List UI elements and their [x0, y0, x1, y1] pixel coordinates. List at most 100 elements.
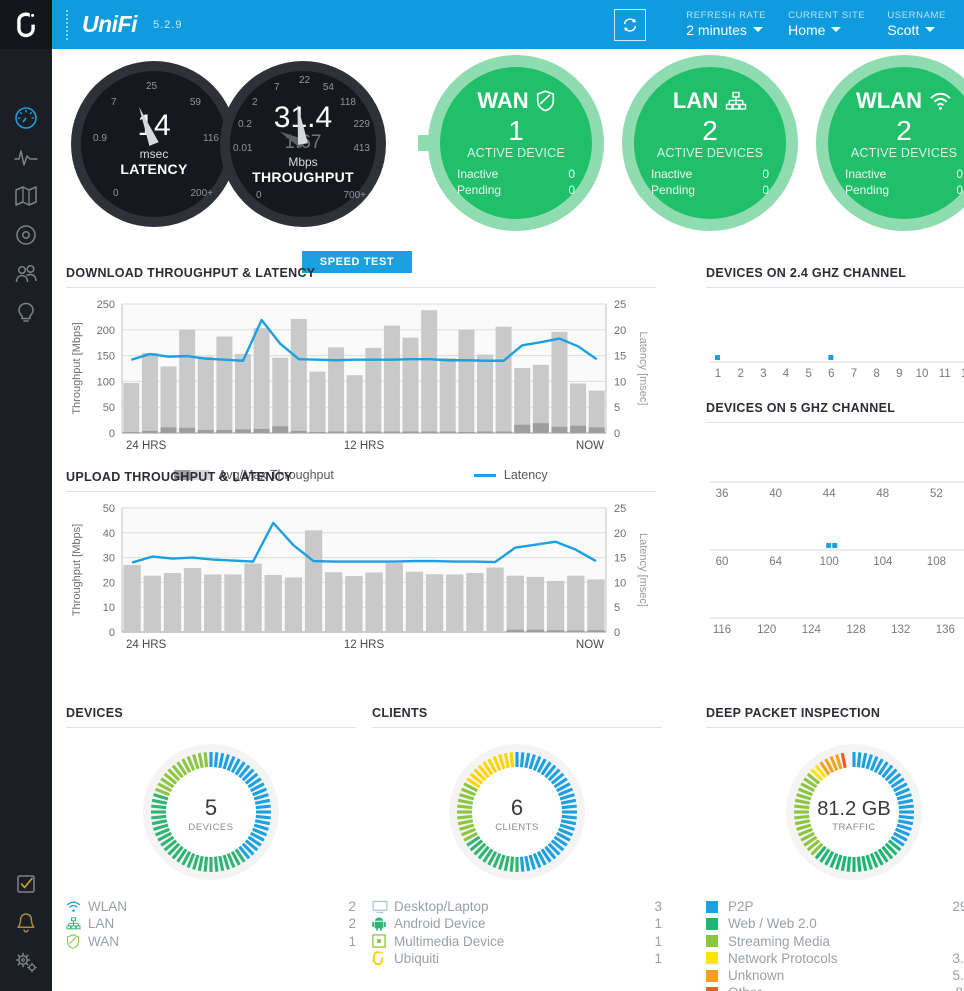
list-item[interactable]: Streaming Media20 GB [706, 933, 964, 950]
throughput-tick-8: 229 [353, 119, 370, 130]
wan-inactive-value: 0 [568, 166, 575, 181]
svg-text:64: 64 [769, 556, 782, 568]
svg-text:Latency [msec]: Latency [msec] [637, 533, 649, 607]
wan-status-circle[interactable]: WAN 1 ACTIVE DEVICE Inactive 0 Pending 0 [428, 55, 604, 231]
svg-text:10: 10 [916, 368, 929, 380]
upload-chart[interactable]: 0 10 20 30 40 50 0 5 10 15 20 25 24 HRS 12 HRS NOW Thro… [66, 500, 656, 660]
dpi-donut[interactable]: 81.2 GB TRAFFIC [764, 740, 944, 890]
svg-text:TRAFFIC: TRAFFIC [832, 822, 876, 833]
username-menu[interactable]: USERNAME Scott [887, 10, 946, 38]
unifi-dashboard: UniFi 5.2.9 REFRESH RATE 2 minutes CURRE… [0, 0, 964, 991]
list-item[interactable]: Other852 MB [706, 984, 964, 991]
refresh-rate-selector[interactable]: REFRESH RATE 2 minutes [686, 10, 766, 38]
list-item-label: Unknown [728, 968, 785, 984]
list-item[interactable]: Multimedia Device 1 [372, 933, 662, 950]
list-item[interactable]: Desktop/Laptop 3 [372, 898, 662, 915]
list-item[interactable]: P2P 29.8 GB [706, 898, 964, 915]
svg-text:12 HRS: 12 HRS [344, 639, 385, 651]
color-swatch [706, 986, 728, 991]
latency-tick-1: 0.9 [93, 133, 107, 144]
color-swatch [706, 917, 728, 930]
upload-panel: UPLOAD THROUGHPUT & LATENCY 0 10 20 30 40 50 0… [66, 470, 656, 665]
throughput-tick-7: 118 [340, 97, 356, 108]
header-controls: REFRESH RATE 2 minutes CURRENT SITE Home… [614, 8, 964, 41]
svg-text:50: 50 [103, 402, 115, 414]
sidebar-item-devices[interactable] [0, 215, 52, 254]
list-item-value: 852 MB [955, 984, 964, 991]
latency-gauge[interactable]: 0 0.9 7 25 59 116 200+ 14 msec LATENCY [71, 61, 237, 227]
svg-text:116: 116 [713, 624, 731, 636]
wan-pending-value: 0 [568, 182, 575, 197]
sidebar-item-events[interactable] [0, 864, 52, 903]
svg-text:0: 0 [109, 627, 115, 639]
map-icon [15, 185, 37, 206]
lan-title: LAN [672, 88, 719, 114]
clients-panel: CLIENTS 6 CLIENTS Desktop/Laptop 3 Androi… [372, 706, 662, 967]
list-item[interactable]: WLAN 2 [66, 898, 356, 915]
svg-text:25: 25 [614, 503, 626, 515]
sidebar-item-alerts[interactable] [0, 903, 52, 942]
list-item[interactable]: Unknown 5.46 GB [706, 967, 964, 984]
list-item-value: 2 [348, 899, 356, 914]
list-item-value: 3.12 GB [952, 950, 964, 966]
list-item[interactable]: Network Protocols 3.12 GB [706, 950, 964, 967]
refresh-button[interactable] [614, 8, 647, 41]
sidebar-item-insights[interactable] [0, 293, 52, 332]
sidebar-item-statistics[interactable] [0, 137, 52, 176]
gears-icon [15, 952, 37, 972]
channel-5-panel: DEVICES ON 5 GHZ CHANNEL 364044485256606… [706, 401, 964, 662]
throughput-tick-0: 0 [256, 190, 262, 201]
list-item[interactable]: Ubiquiti 1 [372, 950, 662, 967]
channel-24-chart[interactable]: 12345678910111213 [706, 292, 964, 387]
list-item-label: P2P [728, 899, 754, 914]
wlan-count: 2 [896, 115, 912, 147]
svg-text:15: 15 [614, 351, 626, 363]
latency-tick-0: 0 [113, 188, 119, 199]
sidebar-item-settings[interactable] [0, 942, 52, 981]
sidebar-item-map[interactable] [0, 176, 52, 215]
sidebar-item-dashboard[interactable] [0, 98, 52, 137]
list-item[interactable]: Android Device 1 [372, 915, 662, 932]
current-site-selector[interactable]: CURRENT SITE Home [788, 10, 865, 38]
latency-unit: msec [139, 147, 169, 161]
wlan-status-circle[interactable]: WLAN 2 ACTIVE DEVICES Inactive 0 Pending 0 [816, 55, 964, 231]
throughput-gauge[interactable]: 0 0.01 0.2 2 7 22 54 118 229 413 700+ 31… [220, 61, 386, 227]
list-item[interactable]: LAN 2 [66, 915, 356, 932]
download-panel: DOWNLOAD THROUGHPUT & LATENCY 0 50 100 150 2… [66, 266, 656, 482]
sidebar-item-clients[interactable] [0, 254, 52, 293]
list-item[interactable]: Web / Web 2.022 GB [706, 915, 964, 932]
svg-text:250: 250 [97, 299, 115, 311]
list-item[interactable]: WAN 1 [66, 933, 356, 950]
devices-donut[interactable]: 5 DEVICES [121, 740, 301, 890]
list-item-label: Android Device [394, 916, 486, 932]
channel-24-panel: DEVICES ON 2.4 GHZ CHANNEL 1 2 3 4 5 6 7 8 9 10 11… [706, 266, 964, 392]
channel-5-chart[interactable]: 3640444852566064100104108112116120124128… [706, 427, 964, 657]
color-swatch [706, 952, 728, 965]
download-chart[interactable]: 0 50 100 150 200 250 0 5 10 15 20 25 24 HRS 12 HRS NOW… [66, 296, 656, 461]
chevron-down-icon [752, 27, 763, 33]
wlan-title: WLAN [856, 88, 922, 114]
channel-5-title: DEVICES ON 5 GHZ CHANNEL [706, 401, 964, 423]
svg-text:0: 0 [614, 627, 620, 639]
status-overview: 0 0.9 7 25 59 116 200+ 14 msec LATENCY 0 [66, 55, 964, 273]
sidebar [0, 0, 52, 991]
svg-text:132: 132 [891, 624, 910, 636]
svg-text:10: 10 [614, 376, 626, 388]
list-item-value: 1 [654, 933, 662, 949]
svg-text:20: 20 [614, 528, 626, 540]
svg-text:7: 7 [851, 368, 857, 380]
wan-count: 1 [508, 115, 524, 147]
color-swatch [706, 900, 728, 913]
svg-text:136: 136 [936, 624, 955, 636]
svg-text:44: 44 [823, 488, 836, 500]
dpi-legend: P2P 29.8 GB Web / Web 2.022 GB Streaming … [706, 898, 964, 991]
clients-donut[interactable]: 6 CLIENTS [427, 740, 607, 890]
list-item-label: WLAN [88, 899, 128, 914]
dashboard-gauge-icon [15, 106, 37, 129]
svg-text:3: 3 [760, 368, 766, 380]
lan-status-circle[interactable]: LAN 2 ACTIVE DEVICES Inactive 0 Pending … [622, 55, 798, 231]
ubiquiti-logo-icon[interactable] [0, 0, 52, 49]
header: UniFi 5.2.9 REFRESH RATE 2 minutes CURRE… [52, 0, 964, 49]
throughput-tick-3: 2 [252, 97, 258, 108]
list-item-label: Multimedia Device [394, 933, 505, 949]
